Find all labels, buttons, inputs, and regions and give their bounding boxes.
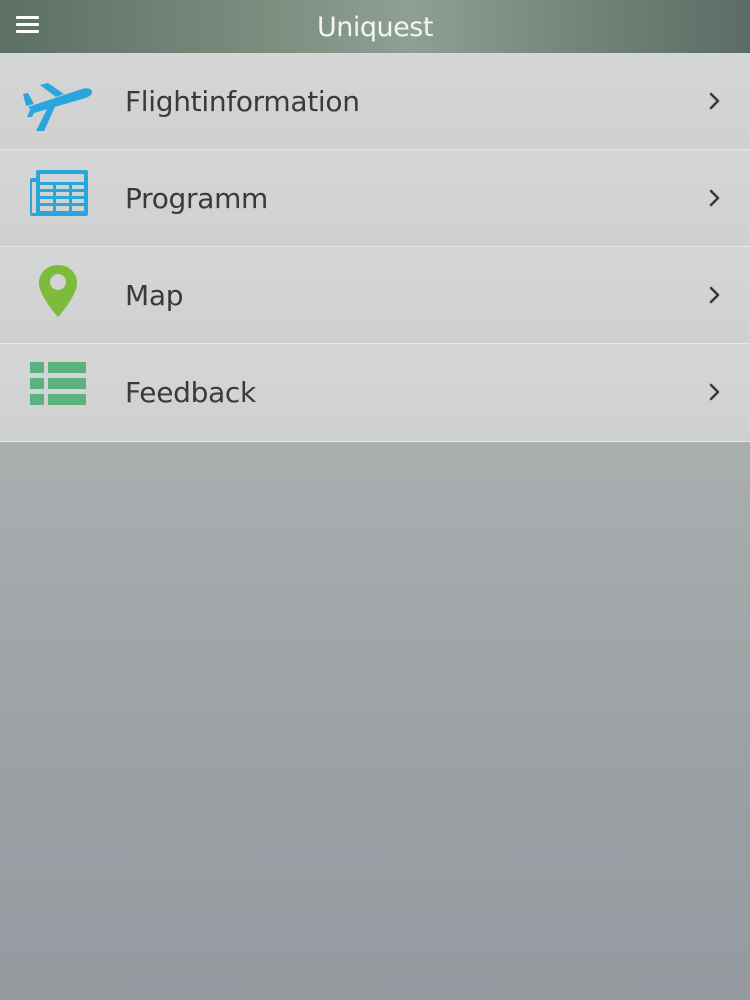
app-header: Uniquest	[0, 0, 750, 53]
menu-item-label: Flightinformation	[125, 85, 360, 118]
empty-background-area	[0, 443, 750, 1000]
menu-item-label: Map	[125, 279, 184, 312]
menu-item-label: Feedback	[125, 376, 256, 409]
main-menu: Flightinformation Programm Map Feedback	[0, 53, 750, 442]
airplane-icon	[22, 69, 94, 133]
chevron-right-icon	[709, 189, 720, 207]
chevron-right-icon	[709, 286, 720, 304]
list-icon	[22, 360, 94, 424]
menu-item-flightinformation[interactable]: Flightinformation	[0, 53, 750, 150]
menu-item-map[interactable]: Map	[0, 247, 750, 344]
chevron-right-icon	[709, 383, 720, 401]
menu-item-label: Programm	[125, 182, 269, 215]
newspaper-icon	[22, 166, 94, 230]
menu-item-feedback[interactable]: Feedback	[0, 344, 750, 442]
map-pin-icon	[22, 263, 94, 327]
app-title: Uniquest	[317, 12, 433, 43]
menu-item-programm[interactable]: Programm	[0, 150, 750, 247]
chevron-right-icon	[709, 92, 720, 110]
